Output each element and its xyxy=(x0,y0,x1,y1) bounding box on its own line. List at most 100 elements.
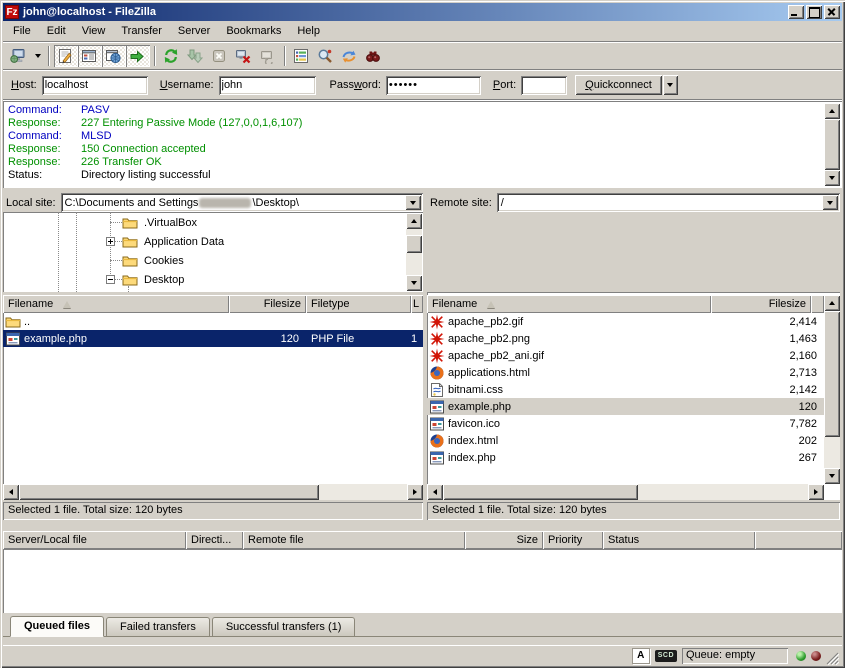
process-queue-button[interactable] xyxy=(184,45,208,67)
title-bar[interactable]: Fz john@localhost - FileZilla xyxy=(3,3,842,21)
speed-limits-icon[interactable]: SCD xyxy=(655,650,677,662)
scroll-down-icon[interactable] xyxy=(824,468,840,484)
scroll-left-icon[interactable] xyxy=(427,484,443,500)
site-manager-button[interactable] xyxy=(7,45,31,67)
log-scrollbar[interactable] xyxy=(824,103,840,186)
close-button[interactable] xyxy=(824,5,840,19)
file-row[interactable]: apache_pb2_ani.gif2,160 xyxy=(427,347,824,364)
file-row-example-php[interactable]: example.php 120 PHP File 1 xyxy=(3,330,423,347)
scroll-down-icon[interactable] xyxy=(406,275,422,291)
menu-item-edit[interactable]: Edit xyxy=(39,23,74,39)
remote-site-label: Remote site: xyxy=(427,197,497,209)
apache-feather-icon xyxy=(429,331,445,347)
queue-list[interactable] xyxy=(3,549,842,613)
message-log[interactable]: Command:PASV Response:227 Entering Passi… xyxy=(3,101,842,188)
minimize-button[interactable] xyxy=(788,5,804,19)
column-header-lastmodified[interactable]: L xyxy=(411,295,423,313)
reconnect-button[interactable] xyxy=(256,45,280,67)
column-header-size[interactable]: Size xyxy=(465,531,543,549)
toggle-log-button[interactable] xyxy=(54,45,78,67)
menu-item-view[interactable]: View xyxy=(74,23,114,39)
maximize-button[interactable] xyxy=(806,5,822,19)
resize-grip[interactable] xyxy=(826,652,839,665)
scroll-left-icon[interactable] xyxy=(3,484,19,500)
menu-item-bookmarks[interactable]: Bookmarks xyxy=(218,23,289,39)
column-header-filename[interactable]: Filename xyxy=(427,295,711,313)
column-header-priority[interactable]: Priority xyxy=(543,531,603,549)
scroll-up-icon[interactable] xyxy=(406,213,422,229)
tree-item-desktop[interactable]: Desktop xyxy=(122,271,187,288)
tab-queued-files[interactable]: Queued files xyxy=(10,616,104,637)
file-row[interactable]: index.html202 xyxy=(427,432,824,449)
local-site-dropdown-button[interactable] xyxy=(405,195,421,210)
column-header-direction[interactable]: Directi... xyxy=(186,531,243,549)
scrollbar-thumb[interactable] xyxy=(406,235,422,253)
tab-successful-transfers[interactable]: Successful transfers (1) xyxy=(212,617,356,636)
expand-icon[interactable] xyxy=(106,237,115,246)
menu-item-help[interactable]: Help xyxy=(289,23,328,39)
cancel-button[interactable] xyxy=(208,45,232,67)
file-row[interactable]: favicon.ico7,782 xyxy=(427,415,824,432)
file-row[interactable]: apache_pb2.png1,463 xyxy=(427,330,824,347)
file-row-example-php[interactable]: example.php120 xyxy=(427,398,824,415)
tree-item-cookies[interactable]: Cookies xyxy=(122,252,187,269)
remote-vscrollbar[interactable] xyxy=(824,295,840,484)
local-tree-scrollbar[interactable] xyxy=(406,213,422,291)
collapse-icon[interactable] xyxy=(106,275,115,284)
column-header-remote-file[interactable]: Remote file xyxy=(243,531,465,549)
column-header-filesize[interactable]: Filesize xyxy=(711,295,811,313)
find-files-button[interactable] xyxy=(362,45,386,67)
local-hscrollbar[interactable] xyxy=(3,484,423,500)
scrollbar-thumb[interactable] xyxy=(824,311,840,437)
scrollbar-thumb[interactable] xyxy=(824,119,840,170)
scroll-up-icon[interactable] xyxy=(824,103,840,119)
toggle-remote-tree-button[interactable] xyxy=(102,45,126,67)
remote-site-combo[interactable]: / xyxy=(497,193,840,212)
file-row[interactable]: applications.html2,713 xyxy=(427,364,824,381)
local-site-combo[interactable]: C:\Documents and Settings\Desktop\ xyxy=(61,193,423,212)
column-header-status[interactable]: Status xyxy=(603,531,755,549)
scrollbar-thumb[interactable] xyxy=(19,484,319,500)
column-header-filesize[interactable]: Filesize xyxy=(229,295,306,313)
username-input[interactable] xyxy=(219,76,316,95)
scroll-up-icon[interactable] xyxy=(824,295,840,311)
parent-directory-row[interactable]: .. xyxy=(3,313,423,330)
remote-site-dropdown-button[interactable] xyxy=(822,195,838,210)
file-row[interactable]: apache_pb2.gif2,414 xyxy=(427,313,824,330)
scroll-down-icon[interactable] xyxy=(824,170,840,186)
file-row[interactable]: index.php267 xyxy=(427,449,824,466)
tree-guide xyxy=(110,260,122,261)
tree-guide xyxy=(76,212,77,292)
port-input[interactable] xyxy=(521,76,567,95)
quickconnect-button[interactable]: Quickconnect xyxy=(575,75,662,95)
compare-button[interactable] xyxy=(314,45,338,67)
password-input[interactable] xyxy=(386,76,481,95)
file-row[interactable]: bitnami.css2,142 xyxy=(427,381,824,398)
refresh-button[interactable] xyxy=(160,45,184,67)
host-input[interactable] xyxy=(42,76,148,95)
scroll-right-icon[interactable] xyxy=(808,484,824,500)
remote-list-body[interactable]: apache_pb2.gif2,414 apache_pb2.png1,463 … xyxy=(427,313,824,468)
column-header-server-local-file[interactable]: Server/Local file xyxy=(3,531,186,549)
local-list-body[interactable]: .. example.php 120 PHP File 1 xyxy=(3,313,423,484)
toggle-local-tree-button[interactable] xyxy=(78,45,102,67)
tree-item-application-data[interactable]: Application Data xyxy=(122,233,227,250)
transfer-type-icon[interactable]: A xyxy=(632,648,650,664)
scroll-right-icon[interactable] xyxy=(407,484,423,500)
local-directory-tree[interactable]: .VirtualBox Application Data Cookies Des… xyxy=(3,212,423,292)
remote-hscrollbar[interactable] xyxy=(427,484,824,500)
scrollbar-thumb[interactable] xyxy=(443,484,638,500)
column-header-filename[interactable]: Filename xyxy=(3,295,229,313)
menu-item-file[interactable]: File xyxy=(5,23,39,39)
menu-item-server[interactable]: Server xyxy=(170,23,218,39)
menu-item-transfer[interactable]: Transfer xyxy=(113,23,170,39)
disconnect-button[interactable] xyxy=(232,45,256,67)
quickconnect-dropdown-button[interactable] xyxy=(663,75,678,95)
toggle-queue-button[interactable] xyxy=(126,45,150,67)
site-manager-dropdown-button[interactable] xyxy=(31,45,44,67)
tab-failed-transfers[interactable]: Failed transfers xyxy=(106,617,210,636)
tree-item-virtualbox[interactable]: .VirtualBox xyxy=(122,214,200,231)
column-header-filetype[interactable]: Filetype xyxy=(306,295,411,313)
filter-button[interactable] xyxy=(290,45,314,67)
sync-browsing-button[interactable] xyxy=(338,45,362,67)
